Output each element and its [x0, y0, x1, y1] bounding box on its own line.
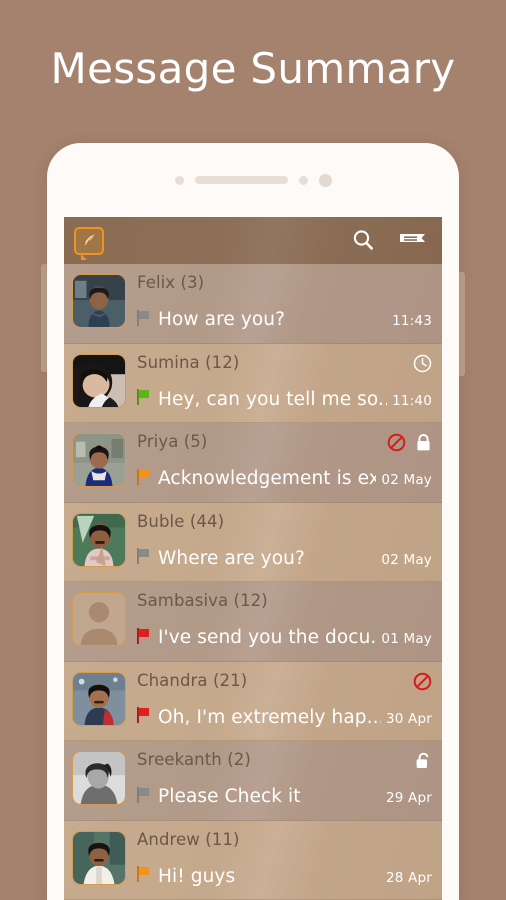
message-row-bottom: I've send you the docu... 01 May	[137, 627, 432, 648]
message-row-bottom: Acknowledgement is ex... 02 May	[137, 468, 432, 489]
message-preview: I've send you the docu...	[158, 627, 377, 648]
flag-icon[interactable]	[137, 786, 150, 807]
message-row-top: Sreekanth (2)	[137, 750, 432, 774]
message-timestamp: 02 May	[381, 551, 432, 568]
avatar[interactable]	[72, 353, 126, 408]
message-content: Felix (3) How are you? 11:43	[126, 272, 432, 330]
menu-icon[interactable]	[396, 224, 430, 258]
message-row[interactable]: Buble (44) Where are you? 02 May	[64, 502, 442, 582]
message-row[interactable]: Priya (5) Acknowledgement is ex... 02 Ma…	[64, 423, 442, 503]
message-timestamp: 01 May	[381, 631, 432, 647]
avatar[interactable]	[72, 512, 126, 567]
proximity-sensor-icon	[298, 175, 308, 185]
clock-icon[interactable]	[413, 354, 432, 377]
speaker-grille-icon	[194, 176, 288, 184]
message-preview: Hey, can you tell me so...	[158, 388, 388, 410]
message-content: Sambasiva (12) I've send you the docu...…	[126, 590, 432, 648]
sender-name: Sumina (12)	[137, 352, 240, 372]
message-row[interactable]: Sreekanth (2) Please Check it 29 Apr	[64, 741, 442, 821]
block-icon[interactable]	[387, 433, 406, 456]
message-content: Chandra (21) Oh, I'm extremely hap... 30…	[126, 670, 432, 728]
sensor-dot-icon	[174, 175, 184, 185]
message-list[interactable]: Felix (3) How are you? 11:43 Sumina (12)…	[64, 264, 442, 900]
avatar[interactable]	[72, 433, 126, 487]
message-row-top: Sumina (12)	[137, 353, 432, 377]
message-row-top: Chandra (21)	[137, 671, 432, 695]
avatar[interactable]	[72, 671, 126, 726]
message-timestamp: 30 Apr	[385, 710, 432, 727]
message-preview: Acknowledgement is ex...	[158, 468, 377, 489]
block-icon[interactable]	[413, 672, 432, 695]
message-row-top: Buble (44)	[137, 512, 432, 531]
front-camera-icon	[318, 173, 332, 187]
message-timestamp: 11:43	[392, 313, 432, 329]
avatar[interactable]	[72, 274, 126, 328]
message-content: Sumina (12) Hey, can you tell me so... 1…	[126, 352, 432, 410]
avatar[interactable]	[72, 830, 126, 885]
message-content: Andrew (11) Hi! guys 28 Apr	[126, 829, 432, 887]
message-timestamp: 11:40	[392, 392, 432, 409]
flag-icon[interactable]	[137, 548, 150, 568]
message-row[interactable]: Sambasiva (12) I've send you the docu...…	[64, 582, 442, 662]
message-content: Buble (44) Where are you? 02 May	[126, 511, 432, 569]
sender-name: Felix (3)	[137, 273, 205, 292]
message-row[interactable]: Felix (3) How are you? 11:43	[64, 264, 442, 344]
sender-name: Sambasiva (12)	[137, 591, 268, 610]
message-row-bottom: Hey, can you tell me so... 11:40	[137, 389, 432, 410]
page-title: Message Summary	[50, 44, 456, 93]
message-row-bottom: Oh, I'm extremely hap... 30 Apr	[137, 707, 432, 728]
flag-icon[interactable]	[137, 389, 150, 409]
message-preview: Please Check it	[158, 786, 301, 807]
sender-name: Andrew (11)	[137, 829, 240, 849]
quill-chat-logo-icon[interactable]	[74, 226, 104, 260]
message-preview: How are you?	[158, 309, 286, 330]
message-row-bottom: Please Check it 29 Apr	[137, 786, 432, 807]
message-row-top: Sambasiva (12)	[137, 591, 432, 610]
message-timestamp: 02 May	[381, 472, 432, 488]
message-row[interactable]: Sumina (12) Hey, can you tell me so... 1…	[64, 343, 442, 423]
phone-mockup: Felix (3) How are you? 11:43 Sumina (12)…	[47, 143, 459, 900]
message-preview: Oh, I'm extremely hap...	[158, 706, 381, 728]
message-row[interactable]: Chandra (21) Oh, I'm extremely hap... 30…	[64, 661, 442, 741]
phone-top-hardware	[47, 143, 459, 217]
status-icons	[413, 671, 432, 695]
message-content: Sreekanth (2) Please Check it 29 Apr	[126, 749, 432, 807]
lock-closed-icon[interactable]	[415, 433, 432, 456]
status-icons	[415, 750, 432, 774]
flag-icon[interactable]	[137, 866, 150, 886]
search-icon[interactable]	[346, 224, 380, 258]
lock-open-icon[interactable]	[415, 751, 432, 774]
sender-name: Priya (5)	[137, 432, 208, 451]
status-icons	[413, 353, 432, 377]
sender-name: Buble (44)	[137, 511, 225, 531]
message-row-bottom: Hi! guys 28 Apr	[137, 866, 432, 887]
flag-icon[interactable]	[137, 627, 150, 648]
message-row-top: Felix (3)	[137, 273, 432, 292]
phone-power-button[interactable]	[458, 272, 465, 376]
flag-icon[interactable]	[137, 707, 150, 727]
flag-icon[interactable]	[137, 309, 150, 330]
message-row[interactable]: Andrew (11) Hi! guys 28 Apr	[64, 820, 442, 900]
flag-icon[interactable]	[137, 468, 150, 489]
avatar[interactable]	[72, 592, 126, 646]
app-header-bar	[64, 217, 442, 264]
message-row-top: Priya (5)	[137, 432, 432, 456]
sender-name: Chandra (21)	[137, 670, 248, 690]
message-row-bottom: How are you? 11:43	[137, 309, 432, 330]
message-preview: Where are you?	[158, 547, 305, 569]
message-row-top: Andrew (11)	[137, 830, 432, 849]
status-icons	[387, 432, 432, 456]
message-row-bottom: Where are you? 02 May	[137, 548, 432, 569]
message-timestamp: 29 Apr	[385, 790, 432, 806]
message-content: Priya (5) Acknowledgement is ex... 02 Ma…	[126, 431, 432, 489]
sender-name: Sreekanth (2)	[137, 750, 251, 769]
message-preview: Hi! guys	[158, 865, 236, 887]
message-timestamp: 28 Apr	[385, 869, 432, 886]
avatar[interactable]	[72, 751, 126, 805]
